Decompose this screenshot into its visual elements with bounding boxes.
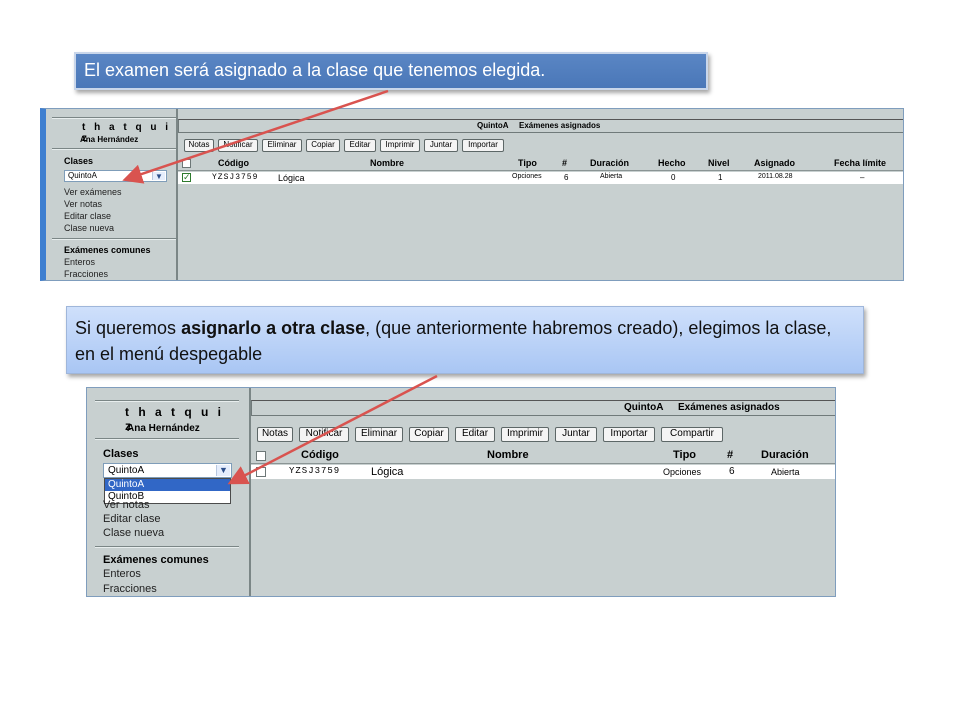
arrow-bottom xyxy=(227,374,438,485)
arrow-top xyxy=(122,89,389,184)
annotation-arrows xyxy=(122,89,438,485)
